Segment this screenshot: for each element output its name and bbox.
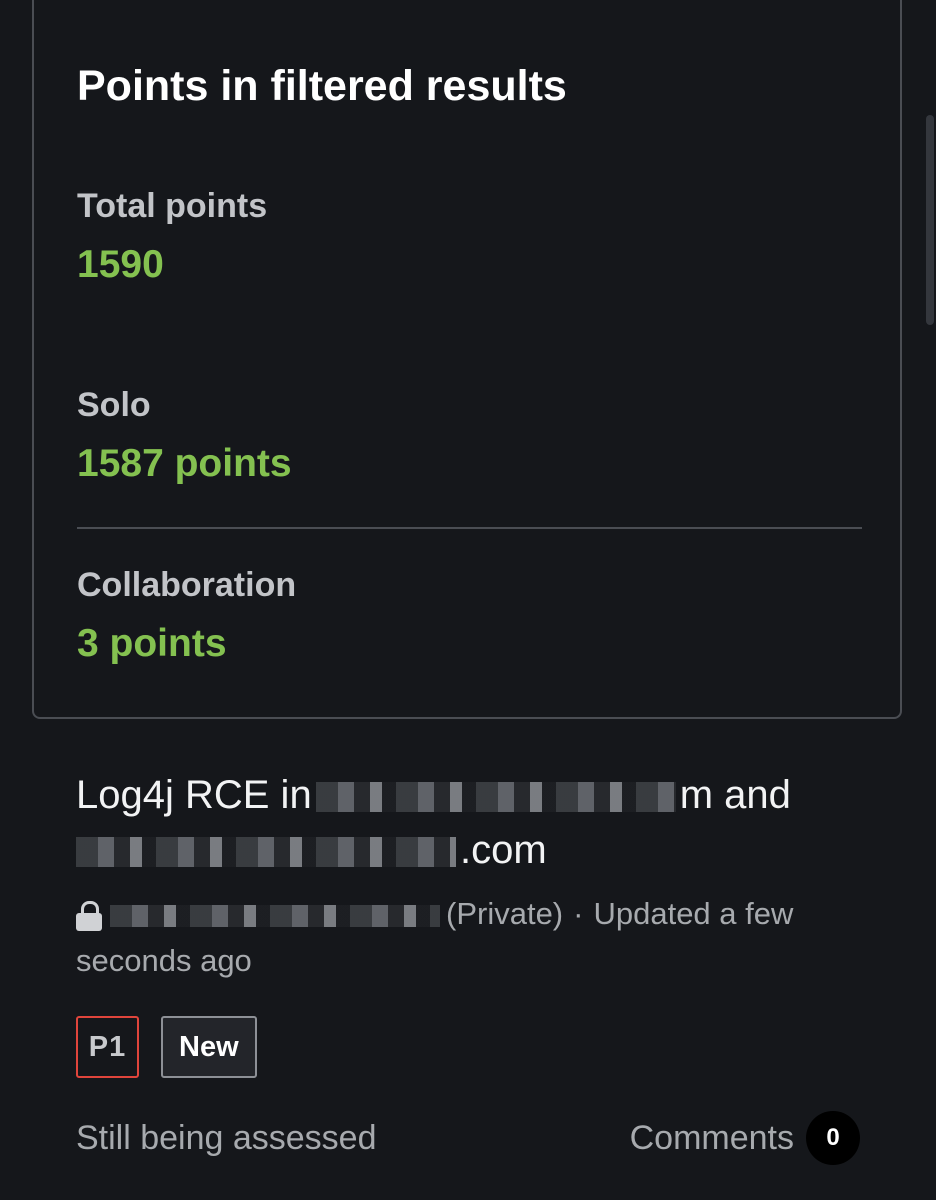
redacted-text bbox=[76, 837, 456, 868]
scrollbar[interactable] bbox=[924, 0, 936, 1200]
report-title-start: Log4j RCE in bbox=[76, 773, 312, 817]
badges-row: P1 New bbox=[76, 1016, 866, 1078]
lock-icon bbox=[76, 900, 102, 931]
redacted-text bbox=[110, 904, 440, 927]
state-badge: New bbox=[161, 1016, 257, 1078]
priority-badge: P1 bbox=[76, 1016, 139, 1078]
assessment-status: Still being assessed bbox=[76, 1118, 377, 1157]
solo-points-stat: Solo 1587 points bbox=[77, 385, 292, 486]
total-points-stat: Total points 1590 bbox=[77, 186, 267, 287]
meta-separator: · bbox=[573, 896, 584, 931]
report-footer: Still being assessed Comments 0 bbox=[76, 1110, 860, 1166]
points-summary-card: Points in filtered results Total points … bbox=[32, 0, 902, 719]
scrollbar-thumb[interactable] bbox=[926, 115, 934, 325]
total-points-value: 1590 bbox=[77, 243, 164, 286]
redacted-text bbox=[315, 782, 676, 813]
collaboration-points-stat: Collaboration 3 points bbox=[77, 565, 296, 666]
report-title-end: .com bbox=[460, 828, 547, 872]
card-divider bbox=[77, 527, 862, 529]
comments-count-badge: 0 bbox=[806, 1111, 860, 1165]
card-title: Points in filtered results bbox=[77, 62, 567, 110]
total-points-label: Total points bbox=[77, 187, 268, 225]
report-meta: (Private) · Updated a few seconds ago bbox=[76, 890, 866, 984]
report-list-item[interactable]: Log4j RCE in m and .com (Private) · Updated… bbox=[76, 768, 866, 1078]
solo-points-value: 1587 points bbox=[77, 442, 292, 485]
page: Points in filtered results Total points … bbox=[0, 0, 936, 1200]
solo-points-label: Solo bbox=[77, 386, 151, 424]
visibility-label: (Private) bbox=[446, 896, 564, 931]
comments-link[interactable]: Comments 0 bbox=[630, 1111, 860, 1165]
collaboration-points-value: 3 points bbox=[77, 622, 227, 665]
report-title-mid: m and bbox=[679, 773, 791, 817]
collaboration-points-label: Collaboration bbox=[77, 566, 297, 604]
comments-label: Comments bbox=[629, 1118, 794, 1157]
report-title-link[interactable]: Log4j RCE in m and .com bbox=[76, 768, 866, 878]
